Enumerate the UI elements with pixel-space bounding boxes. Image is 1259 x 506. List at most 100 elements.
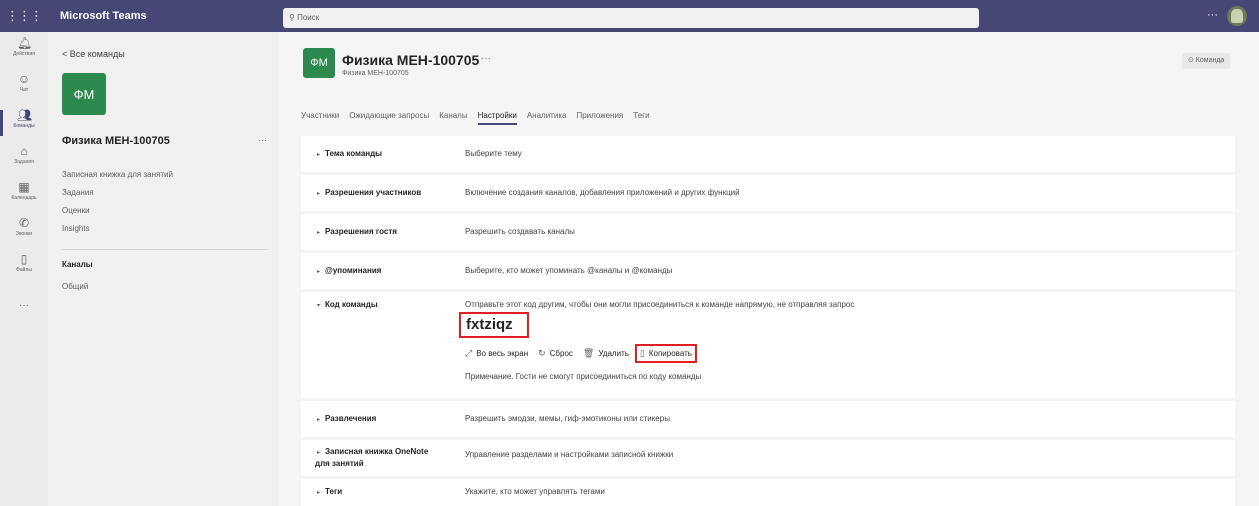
- header-more-icon[interactable]: ···: [481, 53, 491, 64]
- search-input[interactable]: ⚲ Поиск: [283, 8, 979, 28]
- setting-label-line2: для занятий: [315, 459, 364, 468]
- team-avatar: ФМ: [62, 73, 106, 115]
- setting-desc: Выберите тему: [465, 149, 522, 158]
- setting-label-text: Тема команды: [325, 149, 383, 158]
- setting-label: ▸ Развлечения: [317, 414, 376, 423]
- back-to-teams-link[interactable]: < Все команды: [62, 49, 125, 59]
- setting-desc: Укажите, кто может управлять тегами: [465, 487, 605, 496]
- rail-assignments[interactable]: ⌂ Задания: [0, 144, 48, 176]
- setting-label: ▸ Записная книжка OneNote: [317, 447, 428, 456]
- setting-team-theme[interactable]: ▸ Тема команды Выберите тему: [301, 136, 1235, 172]
- link-class-notebook[interactable]: Записная книжка для занятий: [62, 170, 173, 179]
- delete-button[interactable]: 🗑︎ Удалить: [583, 348, 629, 359]
- link-grades[interactable]: Оценки: [62, 206, 90, 215]
- link-assignments[interactable]: Задания: [62, 188, 94, 197]
- setting-desc: Выберите, кто может упоминать @каналы и …: [465, 266, 673, 275]
- reset-label: Сброс: [549, 348, 573, 358]
- chevron-down-icon: ▾: [317, 303, 321, 309]
- setting-member-permissions[interactable]: ▸ Разрешения участников Включение создани…: [301, 175, 1235, 211]
- chevron-right-icon: ▸: [317, 230, 321, 236]
- team-panel: < Все команды ФМ Физика МЕН-100705 ··· З…: [48, 32, 278, 506]
- search-placeholder: Поиск: [297, 13, 320, 22]
- divider: [62, 249, 268, 250]
- chevron-right-icon: ▸: [317, 191, 321, 197]
- chat-icon: ☺: [17, 72, 31, 86]
- copy-button[interactable]: ▯ Копировать: [634, 343, 697, 363]
- app-launcher-icon[interactable]: ⋮⋮⋮: [0, 0, 48, 32]
- main-content: ФМ Физика МЕН-100705 ··· Физика МЕН-1007…: [278, 32, 1259, 506]
- setting-desc: Управление разделами и настройками запис…: [465, 450, 674, 459]
- chevron-right-icon: ▸: [317, 490, 321, 496]
- setting-mentions[interactable]: ▸ @упоминания Выберите, кто может упомина…: [301, 253, 1235, 289]
- setting-label-text: Разрешения гостя: [325, 227, 397, 236]
- page-title: Физика МЕН-100705: [342, 52, 480, 68]
- chevron-right-icon: ▸: [317, 450, 321, 456]
- setting-desc: Включение создания каналов, добавления п…: [465, 188, 740, 197]
- rail-calendar[interactable]: ▦ Календарь: [0, 180, 48, 212]
- assignments-icon: ⌂: [20, 144, 28, 158]
- team-more-icon[interactable]: ···: [258, 135, 267, 145]
- setting-label-text: Разрешения участников: [325, 188, 422, 197]
- setting-team-code: ▾ Код команды Отправьте этот код другим, …: [301, 292, 1235, 398]
- fullscreen-label: Во весь экран: [476, 348, 529, 358]
- calendar-icon: ▦: [18, 180, 30, 194]
- team-code-note: Примечание. Гости не смогут присоединить…: [465, 372, 702, 381]
- refresh-icon: ↻: [538, 347, 546, 358]
- team-code-value: fxtziqz: [459, 312, 529, 338]
- team-button[interactable]: ⊙ Команда: [1182, 53, 1231, 69]
- rail-activity[interactable]: 🔔︎ Действия: [0, 36, 48, 68]
- link-insights[interactable]: Insights: [62, 224, 90, 233]
- setting-tags[interactable]: ▸ Теги Укажите, кто может управлять тегам…: [301, 479, 1235, 506]
- rail-teams[interactable]: 👥︎ Команды: [0, 108, 48, 140]
- rail-chat[interactable]: ☺ Чат: [0, 72, 48, 104]
- user-avatar[interactable]: [1227, 6, 1247, 26]
- setting-onenote[interactable]: ▸ Записная книжка OneNote для занятий Упр…: [301, 440, 1235, 476]
- rail-label: Действия: [13, 51, 35, 57]
- setting-label: ▸ @упоминания: [317, 266, 381, 275]
- setting-guest-permissions[interactable]: ▸ Разрешения гостя Разрешить создавать ка…: [301, 214, 1235, 250]
- rail-label: Задания: [14, 159, 34, 165]
- team-code-actions: ⤢ Во весь экран ↻ Сброс 🗑︎ Удалить ▯ Копиров…: [465, 343, 707, 363]
- setting-desc: Разрешить эмодзи, мемы, гиф-эмотиконы ил…: [465, 414, 670, 423]
- expand-icon: ⤢: [465, 347, 473, 358]
- channels-header: Каналы: [62, 260, 93, 269]
- setting-label-text: Код команды: [325, 300, 378, 309]
- tab-tags[interactable]: Теги: [633, 111, 649, 125]
- teams-icon: 👥︎: [17, 108, 33, 122]
- tab-apps[interactable]: Приложения: [576, 111, 623, 125]
- tab-channels[interactable]: Каналы: [439, 111, 467, 125]
- copy-label: Копировать: [648, 348, 692, 358]
- setting-label-text: Записная книжка OneNote: [325, 447, 429, 456]
- tab-pending-requests[interactable]: Ожидающие запросы: [349, 111, 429, 125]
- tab-analytics[interactable]: Аналитика: [527, 111, 567, 125]
- rail-files[interactable]: ▯ Файлы: [0, 252, 48, 284]
- setting-label: ▸ Разрешения участников: [317, 188, 421, 197]
- setting-fun-stuff[interactable]: ▸ Развлечения Разрешить эмодзи, мемы, гиф…: [301, 401, 1235, 437]
- chevron-right-icon: ▸: [317, 417, 321, 423]
- fullscreen-button[interactable]: ⤢ Во весь экран: [465, 348, 528, 359]
- setting-label: ▸ Разрешения гостя: [317, 227, 397, 236]
- file-icon: ▯: [20, 252, 28, 266]
- app-name: Microsoft Teams: [60, 10, 147, 22]
- setting-label: ▸ Тема команды: [317, 149, 382, 158]
- rail-label: Команды: [13, 123, 35, 129]
- channel-general[interactable]: Общий: [62, 282, 88, 291]
- reset-button[interactable]: ↻ Сброс: [538, 348, 573, 359]
- rail-label: Чат: [19, 87, 29, 93]
- tab-settings[interactable]: Настройки: [477, 111, 518, 125]
- rail-label: Звонки: [15, 231, 33, 237]
- copy-icon: ▯: [639, 347, 645, 358]
- team-name: Физика МЕН-100705: [62, 135, 170, 147]
- more-apps-icon[interactable]: ···: [0, 300, 48, 311]
- setting-label-text: @упоминания: [325, 266, 382, 275]
- search-icon: ⚲: [289, 13, 298, 22]
- setting-desc: Разрешить создавать каналы: [465, 227, 575, 236]
- bell-icon: 🔔︎: [17, 36, 33, 50]
- top-more-icon[interactable]: ···: [1207, 9, 1218, 21]
- rail-calls[interactable]: ✆ Звонки: [0, 216, 48, 248]
- setting-label: ▸ Теги: [317, 487, 342, 496]
- rail-label: Календарь: [11, 195, 37, 201]
- setting-desc: Отправьте этот код другим, чтобы они мог…: [465, 300, 855, 309]
- setting-label[interactable]: ▾ Код команды: [317, 300, 378, 309]
- tab-members[interactable]: Участники: [301, 111, 339, 125]
